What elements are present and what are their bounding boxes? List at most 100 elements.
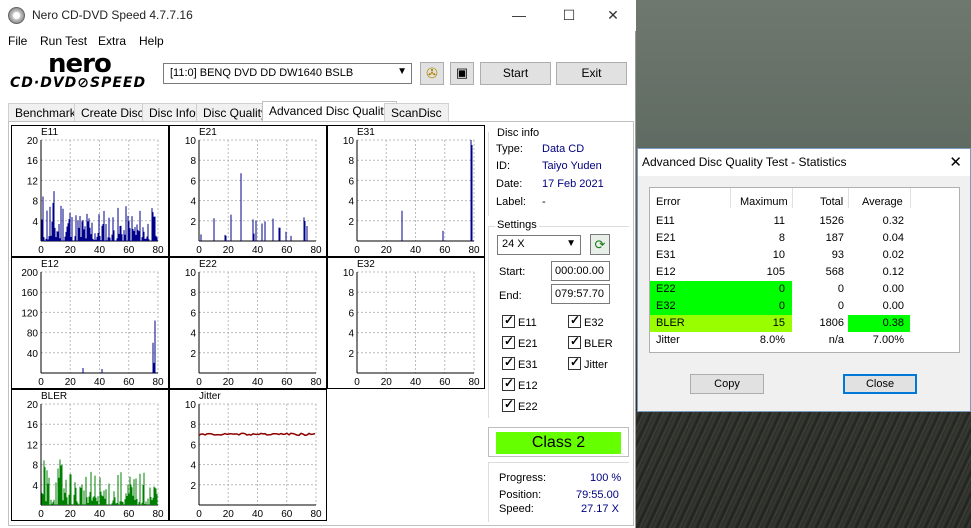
check-e22[interactable]: E22 (502, 397, 538, 413)
x-tick-label: 20 (65, 377, 77, 388)
check-e31[interactable]: E31 (502, 355, 538, 371)
y-tick-label: 40 (27, 349, 39, 360)
save-button[interactable]: ▣ (450, 62, 474, 85)
stat-average: 0.00 (882, 300, 904, 312)
graph-e12: 200 160 120 80 40 0 20 40 60 80 E12 (11, 257, 169, 389)
x-tick-label: 40 (94, 377, 106, 388)
close-icon[interactable]: ✕ (949, 153, 962, 171)
y-tick-label: 20 (27, 136, 39, 147)
label-value: - (542, 196, 546, 208)
y-tick-label: 20 (27, 400, 39, 411)
checkbox-checked-icon (568, 334, 581, 349)
statistics-table: Error Maximum Total Average E11 11 1526 0.3… (649, 187, 960, 353)
check-e32[interactable]: E32 (568, 313, 604, 329)
stat-maximum: 11 (773, 215, 785, 227)
drive-info-button[interactable]: ✇ (420, 62, 444, 85)
stat-total: 187 (825, 232, 844, 244)
menu-file[interactable]: File (8, 34, 27, 48)
x-tick-label: 0 (354, 245, 360, 256)
check-label: E32 (584, 317, 604, 329)
close-button[interactable]: Close (843, 374, 917, 394)
x-tick-label: 80 (152, 245, 164, 256)
title-bar: Nero CD-DVD Speed 4.7.7.16 — ☐ ✕ (0, 0, 636, 31)
x-tick-label: 0 (196, 245, 202, 256)
y-tick-label: 2 (190, 349, 196, 360)
x-tick-label: 80 (152, 509, 164, 520)
x-tick-label: 0 (38, 509, 44, 520)
date-label: Date: (496, 178, 523, 190)
floppy-icon: ▣ (455, 65, 469, 80)
progress-label: Progress: (499, 472, 547, 484)
header-maximum: Maximum (740, 196, 788, 208)
y-tick-label: 6 (190, 176, 196, 187)
stat-maximum: 0 (778, 300, 785, 312)
checkbox-checked-icon (502, 313, 515, 328)
x-tick-label: 60 (123, 377, 135, 388)
drive-value: [11:0] BENQ DVD DD DW1640 BSLB (170, 67, 354, 79)
check-e21[interactable]: E21 (502, 334, 538, 350)
y-tick-label: 8 (190, 420, 196, 431)
speed-select[interactable]: 24 X ▼ (497, 235, 581, 255)
graph-label: E22 (199, 259, 217, 270)
stat-maximum: 10 (772, 249, 785, 261)
dialog-title-bar: Advanced Disc Quality Test - Statistics … (638, 149, 970, 176)
progress-value: 100 % (590, 472, 622, 484)
stat-average: 0.12 (882, 266, 904, 278)
wallpaper-cat-fur (636, 410, 971, 528)
graph-e22-plot: 1086420 20 40 60 80 (185, 268, 322, 388)
speed-label: Speed: (499, 503, 534, 515)
check-jitter[interactable]: Jitter (568, 355, 608, 371)
tab-create-disc[interactable]: Create Disc (74, 103, 151, 122)
refresh-button[interactable]: ⟳ (590, 234, 610, 255)
y-tick-label: 120 (21, 308, 38, 319)
maximize-button[interactable]: ☐ (546, 0, 592, 31)
dialog-title: Advanced Disc Quality Test - Statistics (642, 155, 847, 169)
y-tick-label: 4 (348, 329, 354, 340)
graph-e32-plot: 1086420 20 40 60 80 (343, 268, 480, 388)
y-tick-label: 2 (348, 349, 354, 360)
copy-button[interactable]: Copy (690, 374, 764, 394)
graph-e21: 10 8 6 4 2 0 20 40 60 80 E21 (169, 125, 327, 257)
menu-run-test[interactable]: Run Test (40, 34, 87, 48)
stat-total: 0 (837, 300, 844, 312)
column-divider (848, 188, 849, 208)
check-e11[interactable]: E11 (502, 313, 537, 329)
tab-disc-info[interactable]: Disc Info (142, 103, 203, 122)
stat-total: 93 (831, 249, 844, 261)
check-e12[interactable]: E12 (502, 376, 538, 392)
close-button[interactable]: ✕ (590, 0, 636, 31)
graph-label: Jitter (199, 391, 221, 402)
exit-button[interactable]: Exit (556, 62, 627, 85)
menu-help[interactable]: Help (139, 34, 164, 48)
minimize-button[interactable]: — (496, 0, 542, 31)
position-value: 79:55.00 (576, 489, 619, 501)
tab-scandisc[interactable]: ScanDisc (384, 103, 449, 122)
nero-logo: nero CD·DVD⊘SPEED (8, 49, 158, 93)
settings-title: Settings (495, 219, 539, 231)
checkbox-checked-icon (502, 397, 515, 412)
tab-advanced-disc-quality[interactable]: Advanced Disc Quality (262, 101, 397, 123)
stat-average: 7.00% (872, 334, 904, 346)
stat-maximum: 15 (772, 317, 785, 329)
drive-select[interactable]: [11:0] BENQ DVD DD DW1640 BSLB ▼ (163, 63, 412, 84)
stat-error: Jitter (656, 334, 680, 346)
start-button[interactable]: Start (480, 62, 551, 85)
graph-label: BLER (41, 391, 68, 402)
check-bler[interactable]: BLER (568, 334, 613, 350)
checkbox-checked-icon (502, 376, 515, 391)
start-time-input[interactable]: 000:00.00 (551, 261, 610, 281)
gear-drive-icon: ✇ (426, 65, 438, 81)
stat-error: BLER (656, 317, 685, 329)
check-label: E11 (518, 317, 537, 329)
y-tick-label: 6 (348, 176, 354, 187)
header-error: Error (656, 196, 681, 208)
tab-benchmark[interactable]: Benchmark (8, 103, 83, 122)
y-tick-label: 12 (27, 176, 39, 187)
x-tick-label: 60 (439, 377, 451, 388)
end-time-input[interactable]: 079:57.70 (551, 284, 610, 304)
stat-average: 0.02 (882, 249, 904, 261)
column-divider (730, 188, 731, 208)
menu-extra[interactable]: Extra (98, 34, 126, 48)
class-indicator: Class 2 (488, 427, 629, 457)
graph-label: E12 (41, 259, 59, 270)
